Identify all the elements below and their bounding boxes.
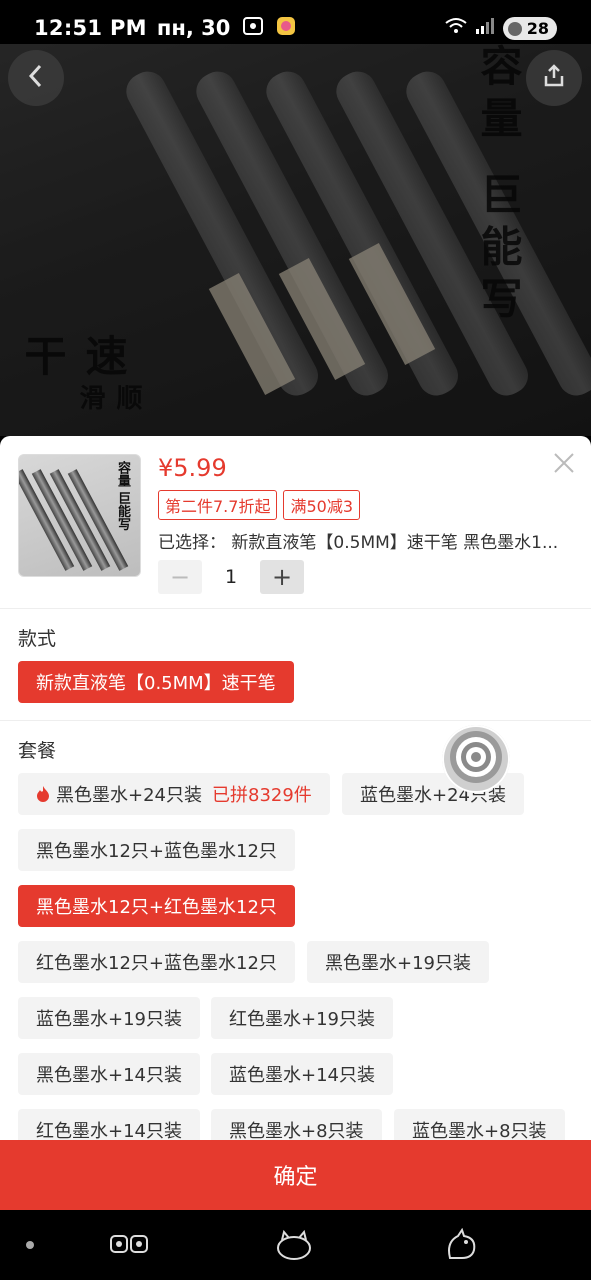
nav-indicator-dot — [26, 1241, 34, 1249]
promo-tag: 第二件7.7折起 — [158, 490, 278, 520]
screenshot-icon — [242, 16, 264, 40]
battery-indicator: 28 — [502, 16, 557, 40]
package-option[interactable]: 红色墨水+19只装 — [211, 997, 393, 1039]
signal-icon — [475, 17, 495, 39]
thumbnail-text: 容量 巨能写 — [115, 461, 130, 531]
target-icon — [448, 729, 504, 789]
package-option-label: 黑色墨水+24只装 — [56, 785, 202, 806]
status-date: пн, 30 — [156, 16, 231, 40]
status-time: 12:51 PM — [34, 16, 147, 40]
selected-value: 新款直液笔【0.5MM】速干笔 黑色墨水1... — [231, 533, 559, 553]
package-option-selected[interactable]: 黑色墨水12只+红色墨水12只 — [18, 885, 295, 927]
sku-selection-sheet: 容量 巨能写 ¥5.99 第二件7.7折起 满50减3 已选择： 新款直液笔【0… — [0, 436, 591, 1210]
app-notification-icon — [276, 16, 296, 40]
back-button[interactable] — [8, 50, 64, 106]
quantity-plus-button[interactable]: + — [260, 560, 304, 594]
chevron-left-icon — [25, 63, 47, 93]
close-icon — [551, 453, 577, 480]
confirm-button[interactable]: 确定 — [0, 1140, 591, 1210]
package-option[interactable]: 蓝色墨水+19只装 — [18, 997, 200, 1039]
package-option[interactable]: 红色墨水12只+蓝色墨水12只 — [18, 941, 295, 983]
back-cat-icon[interactable] — [442, 1227, 482, 1262]
section-title-package: 套餐 — [18, 740, 57, 762]
quantity-minus-button[interactable]: − — [158, 560, 202, 594]
promo-tags: 第二件7.7折起 满50减3 — [158, 490, 360, 520]
package-option[interactable]: 黑色墨水+19只装 — [307, 941, 489, 983]
system-nav-bar — [0, 1210, 591, 1280]
quantity-value[interactable]: 1 — [202, 566, 260, 588]
price: ¥5.99 — [158, 454, 227, 482]
divider — [0, 608, 591, 609]
selected-label: 已选择： — [158, 533, 226, 553]
hero-dim-overlay — [0, 44, 591, 436]
home-cat-icon[interactable] — [274, 1228, 314, 1262]
divider — [0, 720, 591, 721]
package-option[interactable]: 黑色墨水+24只装 已拼8329件 — [18, 773, 330, 815]
product-hero-image[interactable]: 容量 巨能写 速干 顺滑 — [0, 44, 591, 436]
section-title-style: 款式 — [18, 628, 57, 650]
selected-summary: 已选择： 新款直液笔【0.5MM】速干笔 黑色墨水1... — [158, 528, 568, 553]
package-option[interactable]: 黑色墨水12只+蓝色墨水12只 — [18, 829, 295, 871]
package-option[interactable]: 蓝色墨水+14只装 — [211, 1053, 393, 1095]
product-thumbnail[interactable]: 容量 巨能写 — [18, 454, 141, 577]
promo-tag: 满50减3 — [283, 490, 360, 520]
group-buy-count: 已拼8329件 — [212, 785, 312, 806]
close-button[interactable] — [551, 450, 577, 476]
package-option[interactable]: 黑色墨水+14只装 — [18, 1053, 200, 1095]
style-option[interactable]: 新款直液笔【0.5MM】速干笔 — [18, 661, 294, 703]
wifi-icon — [445, 17, 467, 39]
flame-icon — [36, 785, 50, 803]
share-icon — [541, 63, 567, 93]
share-button[interactable] — [526, 50, 582, 106]
quantity-stepper: − 1 + — [158, 560, 304, 594]
recent-apps-cat-icon[interactable] — [109, 1228, 149, 1262]
assistive-touch-button[interactable] — [442, 725, 510, 793]
